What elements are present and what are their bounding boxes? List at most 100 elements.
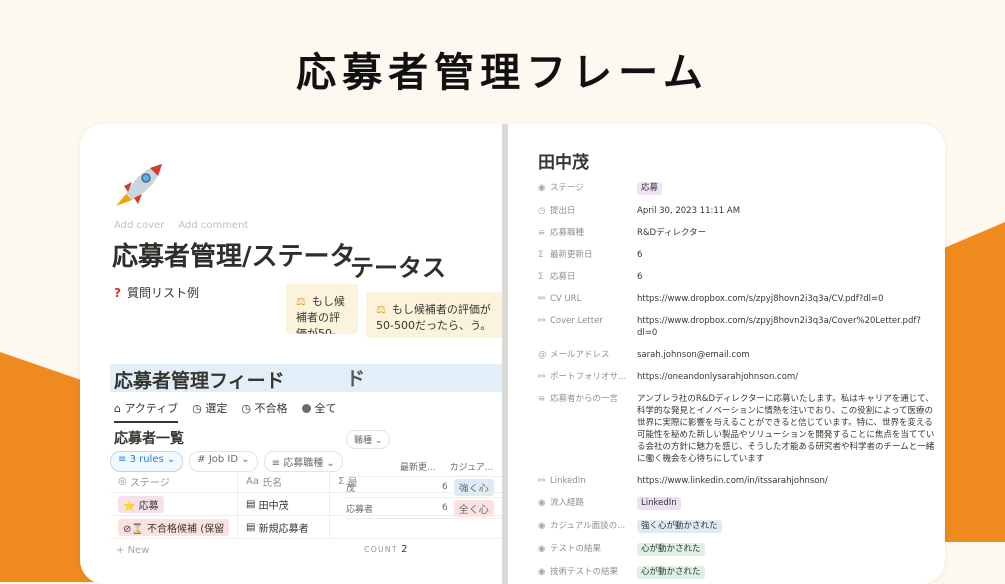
- column-header-formula[interactable]: Σ 最: [330, 470, 506, 492]
- property-row[interactable]: ⚯ ポートフォリオサ... https://oneandonlysarahjohns…: [538, 371, 938, 383]
- property-row[interactable]: Σ 最新更新日 6: [538, 249, 938, 261]
- property-icon: ⚯: [538, 372, 546, 382]
- property-list: ◉ ステージ 応募 ◷ 提出日 April 30, 2023 11:11 AM ≡ 応募職種 R…: [538, 182, 938, 584]
- property-label: Σ 最新更新日: [538, 250, 593, 260]
- job-type-filter[interactable]: ≡ 応募職種 ⌄: [263, 451, 343, 472]
- rules-filter[interactable]: ≡ 3 rules ⌄: [110, 451, 184, 472]
- applicant-table: ◎ ステージ Aa 氏名 Σ 最 ⭐ 応募 ▤ 田中茂 ⊘⌛ 不合格候補 (保留…: [110, 470, 506, 561]
- circle-icon: [301, 404, 311, 413]
- screenshot-card: Add cover Add comment テータス 応募者管理/ステータ ? 質…: [80, 124, 945, 584]
- property-value[interactable]: 応募: [637, 182, 938, 195]
- background-filter: 職種 ⌄: [346, 430, 391, 449]
- property-row[interactable]: @ メールアドレス sarah.johnson@email.com: [538, 349, 938, 361]
- table-header: ◎ ステージ Aa 氏名 Σ 最: [110, 470, 506, 493]
- property-row[interactable]: Σ 応募日 6: [538, 271, 938, 283]
- banner-title: 応募者管理フレーム: [296, 50, 709, 96]
- property-label: ⚯ Cover Letter: [538, 316, 603, 326]
- job-id-filter[interactable]: # Job ID ⌄: [189, 451, 258, 472]
- clock-icon: ◷: [241, 402, 255, 415]
- list-title: 応募者一覧: [114, 431, 184, 447]
- property-value[interactable]: アンブレラ社のR&Dディレクターに応募いたします。私はキャリアを通じて、科学的な…: [637, 393, 938, 465]
- property-value[interactable]: 心が動かされた: [637, 543, 938, 556]
- tab-selected[interactable]: ◷ 選定: [192, 400, 227, 423]
- rocket-icon: [116, 164, 162, 206]
- property-row[interactable]: ⚯ LinkedIn https://www.linkedin.com/in/its…: [538, 475, 938, 487]
- property-label: ⚯ CV URL: [538, 294, 582, 304]
- table-row[interactable]: ⊘⌛ 不合格候補 (保留 ▤ 新規応募者: [110, 516, 506, 539]
- property-row[interactable]: ⚯ CV URL https://www.dropbox.com/s/zpyj8ho…: [538, 293, 938, 305]
- property-icon: ⚯: [538, 294, 546, 304]
- property-icon: ≡: [538, 228, 546, 238]
- property-label: @ メールアドレス: [538, 350, 610, 360]
- add-cover-button[interactable]: Add cover: [114, 220, 164, 231]
- property-label: Σ 応募日: [538, 272, 576, 282]
- database-page: Add cover Add comment テータス 応募者管理/ステータ ? 質…: [80, 124, 506, 584]
- column-header-name[interactable]: Aa 氏名: [238, 470, 330, 492]
- property-row[interactable]: ◉ テストの結果 心が動かされた: [538, 543, 938, 556]
- tab-active[interactable]: ⌂ アクティブ: [114, 400, 179, 423]
- scale-icon: ⚖: [376, 303, 386, 316]
- property-value[interactable]: sarah.johnson@email.com: [637, 349, 938, 361]
- property-icon: ◉: [538, 521, 546, 531]
- document-icon: ▤: [246, 498, 259, 510]
- status-icon: ◎: [118, 475, 130, 487]
- property-icon: ⚯: [538, 476, 546, 486]
- property-icon: @: [538, 350, 547, 360]
- property-value[interactable]: https://oneandonlysarahjohnson.com/: [637, 371, 938, 383]
- property-label: ⚯ LinkedIn: [538, 476, 586, 486]
- stage-tag: ⭐ 応募: [118, 495, 164, 513]
- property-row[interactable]: ◉ ステージ 応募: [538, 182, 938, 195]
- property-row[interactable]: ≡ 応募者からの一言 アンブレラ社のR&Dディレクターに応募いたします。私はキャリア…: [538, 393, 938, 465]
- property-value[interactable]: 6: [637, 249, 938, 261]
- new-row-button[interactable]: + New: [110, 539, 506, 561]
- feed-title-ghost: ド: [346, 368, 366, 390]
- property-icon: Σ: [538, 250, 544, 260]
- property-label: ◉ 流入経路: [538, 498, 585, 508]
- record-peek-panel: 田中茂 ◉ ステージ 応募 ◷ 提出日 April 30, 2023 11:11 AM ≡ 応…: [508, 124, 945, 584]
- property-icon: ⚯: [538, 316, 546, 326]
- clock-icon: ◷: [192, 402, 206, 415]
- property-icon: ◉: [538, 498, 546, 508]
- property-value[interactable]: https://www.dropbox.com/s/zpyj8hovn2i3q3…: [637, 293, 938, 305]
- document-icon: ▤: [246, 521, 259, 533]
- view-tabs: ⌂ アクティブ ◷ 選定 ◷ 不合格 全て: [114, 400, 337, 423]
- property-label: ≡ 応募職種: [538, 228, 585, 238]
- cover-actions: Add cover Add comment: [114, 220, 248, 231]
- property-value[interactable]: https://www.linkedin.com/in/itssarahjohn…: [637, 475, 938, 487]
- add-comment-button[interactable]: Add comment: [178, 220, 248, 231]
- property-label: ≡ 応募者からの一言: [538, 394, 619, 404]
- record-title: 田中茂: [538, 153, 589, 173]
- scale-icon: ⚖: [296, 295, 306, 308]
- property-value[interactable]: April 30, 2023 11:11 AM: [637, 205, 938, 217]
- property-row[interactable]: ◉ カジュアル面談の... 強く心が動かされた: [538, 520, 938, 533]
- property-label: ◉ ステージ: [538, 183, 584, 193]
- property-row[interactable]: ⚯ Cover Letter https://www.dropbox.com/s/z…: [538, 315, 938, 339]
- column-header-stage[interactable]: ◎ ステージ: [110, 470, 238, 492]
- table-row[interactable]: ⭐ 応募 ▤ 田中茂: [110, 493, 506, 516]
- callout-back: ⚖もし候補者の評価が50-50だったら、う。: [286, 284, 358, 334]
- property-value[interactable]: 強く心が動かされた: [637, 520, 938, 533]
- callout: ⚖ もし候補者の評価が50-500だったら、う。: [366, 292, 506, 338]
- tab-rejected[interactable]: ◷ 不合格: [241, 400, 287, 423]
- property-row[interactable]: ≡ 応募職種 R&Dディレクター: [538, 227, 938, 239]
- property-label: ◉ 技術テストの結果: [538, 567, 619, 577]
- inbox-icon: ⌂: [114, 402, 125, 415]
- property-row[interactable]: ◉ 流入経路 LinkedIn: [538, 497, 938, 510]
- property-icon: Σ: [538, 272, 544, 282]
- property-value[interactable]: LinkedIn: [637, 497, 938, 510]
- property-label: ◉ カジュアル面談の...: [538, 521, 626, 531]
- property-icon: ◉: [538, 544, 546, 554]
- property-value[interactable]: 心が動かされた: [637, 566, 938, 579]
- stage-tag: ⊘⌛ 不合格候補 (保留: [118, 518, 230, 536]
- filter-icon: ≡: [118, 454, 130, 465]
- question-list-link[interactable]: ? 質問リスト例: [114, 284, 199, 301]
- property-value[interactable]: R&Dディレクター: [637, 227, 938, 239]
- property-label: ⚯ ポートフォリオサ...: [538, 372, 627, 382]
- tab-all[interactable]: 全て: [301, 400, 337, 423]
- property-row[interactable]: ◉ 技術テストの結果 心が動かされた: [538, 566, 938, 579]
- property-icon: ◉: [538, 183, 546, 193]
- property-value[interactable]: 6: [637, 271, 938, 283]
- property-value[interactable]: https://www.dropbox.com/s/zpyj8hovn2i3q3…: [637, 315, 938, 339]
- property-row[interactable]: ◷ 提出日 April 30, 2023 11:11 AM: [538, 205, 938, 217]
- page-title-ghost: テータス: [350, 254, 446, 282]
